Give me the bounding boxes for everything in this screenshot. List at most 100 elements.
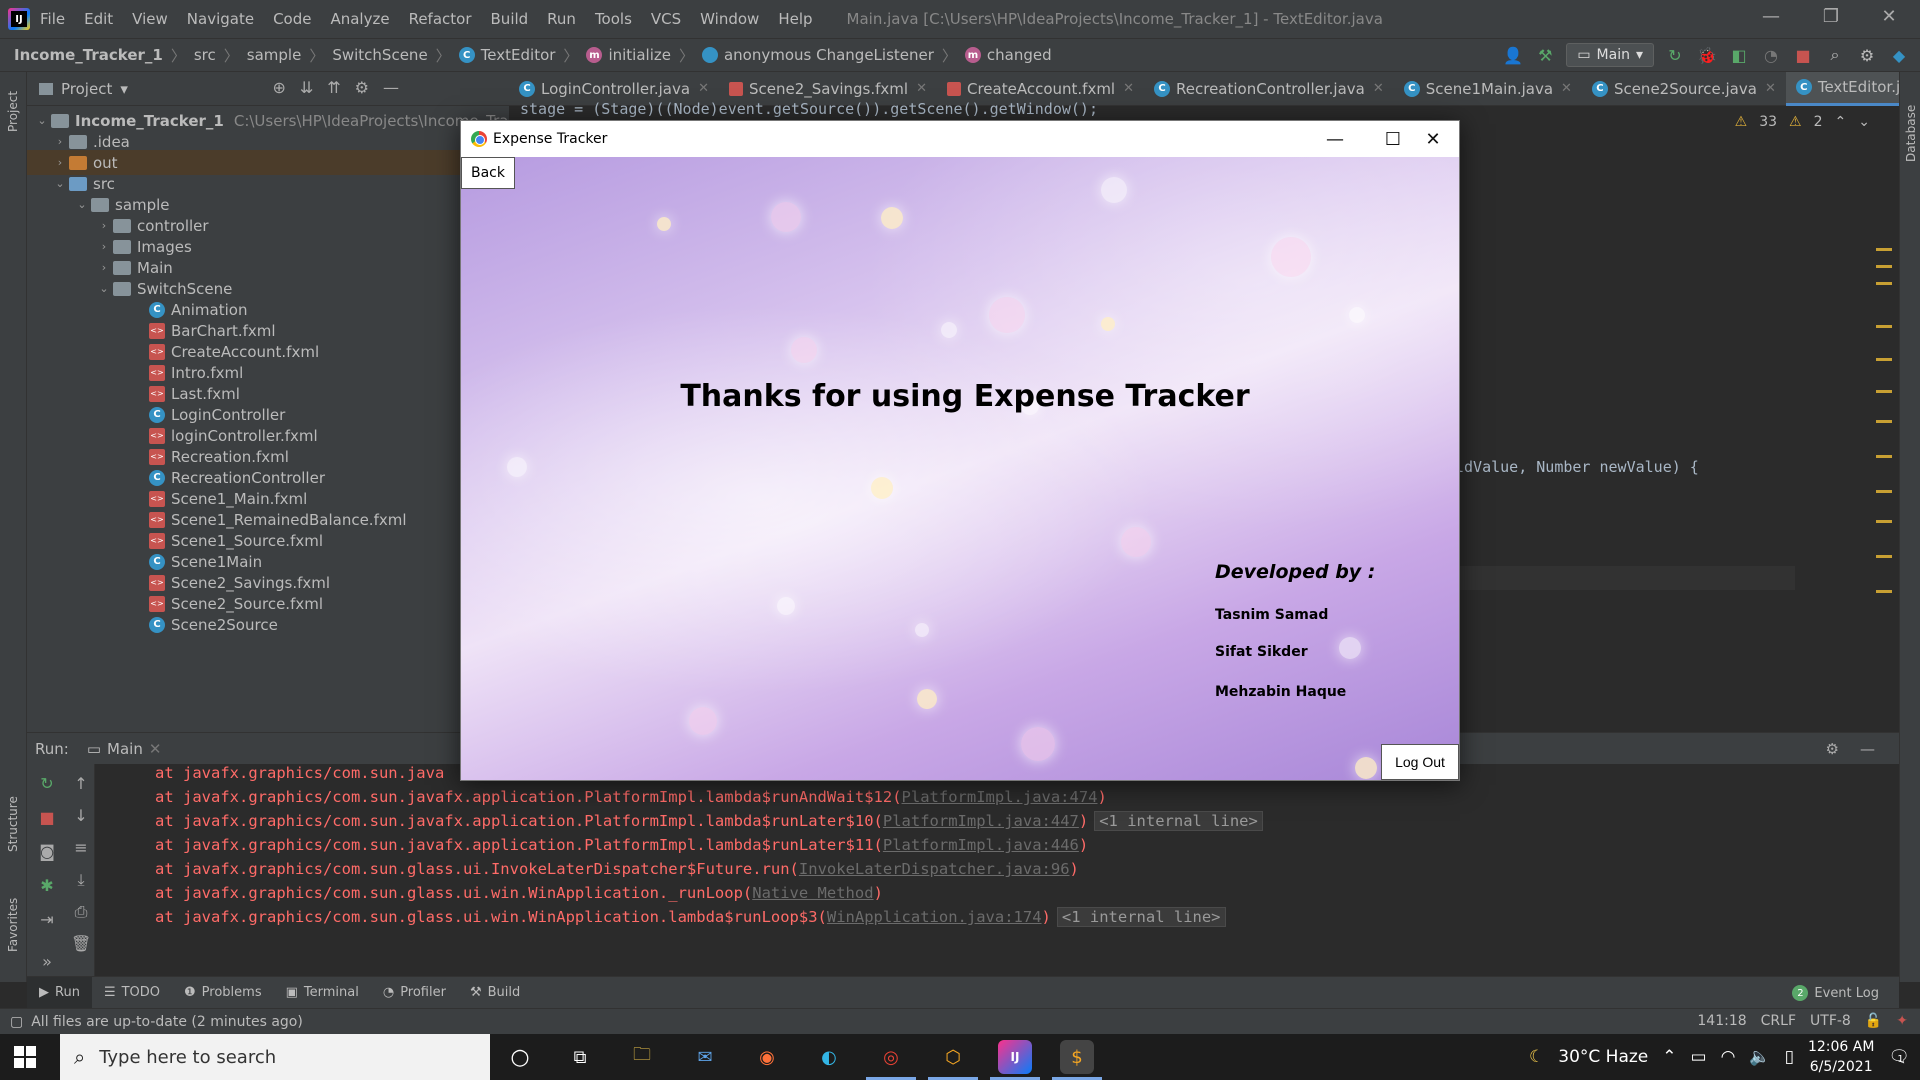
menu-view[interactable]: View (132, 10, 168, 28)
source-link[interactable]: WinApplication.java:174 (827, 908, 1042, 926)
error-stripe-marker[interactable] (1876, 555, 1892, 558)
hide-icon[interactable]: — (1860, 740, 1875, 758)
print-icon[interactable]: ⎙ (71, 902, 91, 922)
logout-button[interactable]: Log Out (1381, 744, 1459, 780)
arrow-down-icon[interactable]: ↓ (71, 806, 91, 826)
caret-position[interactable]: 141:18 (1697, 1013, 1746, 1029)
error-stripe-marker[interactable] (1876, 420, 1892, 423)
tool-window-problems[interactable]: ❶ Problems (172, 977, 274, 1009)
close-icon[interactable]: ✕ (1411, 125, 1455, 153)
clock[interactable]: 12:06 AM 6/5/2021 (1808, 1037, 1874, 1077)
error-stripe-marker[interactable] (1876, 325, 1892, 328)
chevron-up-icon[interactable]: ⌃ (1662, 1047, 1676, 1067)
chevron-right-icon[interactable]: › (95, 219, 113, 232)
breadcrumb-initialize[interactable]: m initialize (586, 46, 671, 64)
chevron-right-icon[interactable]: › (95, 240, 113, 253)
source-link[interactable]: PlatformImpl.java:474 (902, 788, 1098, 806)
menu-window[interactable]: Window (700, 10, 759, 28)
file-encoding[interactable]: UTF-8 (1810, 1013, 1851, 1029)
status-icon[interactable]: ▢ (10, 1014, 23, 1030)
gear-icon[interactable]: ⚙ (355, 78, 369, 97)
tool-window-todo[interactable]: ☰ TODO (92, 977, 172, 1009)
task-view-icon[interactable]: ⧉ (563, 1040, 597, 1074)
wifi-icon[interactable]: ◠ (1721, 1047, 1736, 1067)
menu-refactor[interactable]: Refactor (409, 10, 472, 28)
more-icon[interactable]: » (37, 952, 57, 972)
error-stripe-marker[interactable] (1876, 390, 1892, 393)
chevron-down-icon[interactable]: ⌄ (1858, 114, 1870, 130)
close-icon[interactable]: ✕ (1561, 81, 1572, 96)
gear-icon[interactable]: ⚙ (1856, 44, 1878, 66)
user-icon[interactable]: 👤 (1502, 44, 1524, 66)
project-stripe-button[interactable]: Project (6, 91, 20, 132)
stop-icon[interactable]: ■ (1792, 44, 1814, 66)
maximize-icon[interactable]: ☐ (1371, 125, 1415, 153)
breadcrumb-texteditor[interactable]: C TextEditor (458, 46, 555, 64)
notification-icon[interactable]: 🗨 1 (1888, 1047, 1910, 1067)
trash-icon[interactable]: 🗑 (71, 934, 91, 954)
tool-window-terminal[interactable]: ▣ Terminal (274, 977, 371, 1009)
breadcrumb-sample[interactable]: sample (247, 46, 302, 64)
cortana-icon[interactable]: ○ (503, 1040, 537, 1074)
hide-icon[interactable]: — (383, 78, 399, 97)
error-stripe-marker[interactable] (1876, 520, 1892, 523)
minimize-icon[interactable]: — (1748, 6, 1794, 27)
weather-text[interactable]: 30°C Haze (1558, 1047, 1648, 1067)
chevron-down-icon[interactable]: ⌄ (33, 114, 51, 127)
tab-scene1main[interactable]: C Scene1Main.java ✕ (1394, 72, 1582, 106)
windows-start-icon[interactable] (14, 1046, 36, 1068)
line-separator[interactable]: CRLF (1761, 1013, 1796, 1029)
close-icon[interactable]: ✕ (149, 740, 162, 758)
expense-tracker-taskbar-icon[interactable]: $ (1052, 1040, 1102, 1080)
tool-window-profiler[interactable]: ◔ Profiler (371, 977, 458, 1009)
close-icon[interactable]: ✕ (1765, 81, 1776, 96)
internal-line-fold[interactable]: <1 internal line> (1056, 907, 1226, 927)
menu-tools[interactable]: Tools (595, 10, 632, 28)
exit-icon[interactable]: ⇥ (37, 910, 57, 930)
stop-icon[interactable]: ■ (37, 808, 57, 828)
lock-icon[interactable]: 🔓 (1865, 1013, 1882, 1029)
close-icon[interactable]: ✕ (1866, 6, 1912, 27)
soft-wrap-icon[interactable]: ≡ (71, 838, 91, 858)
internal-line-fold[interactable]: <1 internal line> (1094, 811, 1263, 831)
scroll-to-end-icon[interactable]: ⤓ (71, 870, 91, 890)
rerun-icon[interactable]: ↻ (1664, 44, 1686, 66)
chevron-right-icon[interactable]: › (51, 156, 69, 169)
display-icon[interactable]: ▯ (1785, 1047, 1794, 1067)
source-link[interactable]: Native Method (752, 884, 873, 902)
menu-run[interactable]: Run (547, 10, 576, 28)
structure-stripe-button[interactable]: Structure (6, 796, 20, 852)
status-message[interactable]: All files are up-to-date (2 minutes ago) (31, 1014, 303, 1030)
error-stripe-marker[interactable] (1876, 248, 1892, 251)
file-explorer-icon[interactable]: 🗀 (625, 1040, 659, 1074)
run-config-select[interactable]: ▭ Main ▾ (1566, 43, 1654, 67)
memory-icon[interactable]: ✦ (1896, 1013, 1908, 1029)
restore-icon[interactable]: ❐ (1808, 6, 1854, 27)
back-button[interactable]: Back (461, 157, 515, 189)
intellij-taskbar-icon[interactable]: IJ (990, 1040, 1040, 1080)
error-stripe-marker[interactable] (1876, 490, 1892, 493)
favorites-stripe-button[interactable]: Favorites (6, 898, 20, 952)
battery-icon[interactable]: ▭ (1691, 1047, 1707, 1067)
close-icon[interactable]: ✕ (1373, 81, 1384, 96)
breadcrumb-switchscene[interactable]: SwitchScene (332, 46, 427, 64)
collapse-all-icon[interactable]: ⇈ (327, 78, 340, 97)
tab-recreationcontroller[interactable]: C RecreationController.java ✕ (1144, 72, 1394, 106)
edge-icon[interactable]: ◐ (812, 1040, 846, 1074)
tab-scene2source[interactable]: C Scene2Source.java ✕ (1582, 72, 1786, 106)
app-titlebar[interactable]: Expense Tracker — ☐ ✕ (461, 121, 1459, 157)
camera-icon[interactable]: ◙ (37, 842, 57, 862)
console-output[interactable]: at javafx.graphics/com.sun.java at javaf… (95, 764, 1899, 976)
error-stripe-marker[interactable] (1876, 590, 1892, 593)
source-link[interactable]: PlatformImpl.java:447 (883, 812, 1079, 830)
breadcrumb-anonymous[interactable]: anonymous ChangeListener (701, 46, 934, 64)
volume-icon[interactable]: 🔈 (1749, 1047, 1770, 1067)
chevron-right-icon[interactable]: › (51, 135, 69, 148)
event-log-button[interactable]: 2 Event Log (1792, 985, 1879, 1001)
gear-icon[interactable]: ⚙ (1826, 740, 1839, 758)
chrome-icon[interactable]: ◎ (866, 1040, 916, 1080)
breadcrumb-project[interactable]: Income_Tracker_1 (14, 46, 163, 64)
menu-file[interactable]: File (40, 10, 65, 28)
database-stripe-button[interactable]: Database (1904, 105, 1918, 162)
weather-icon[interactable]: ☾ (1529, 1047, 1544, 1067)
